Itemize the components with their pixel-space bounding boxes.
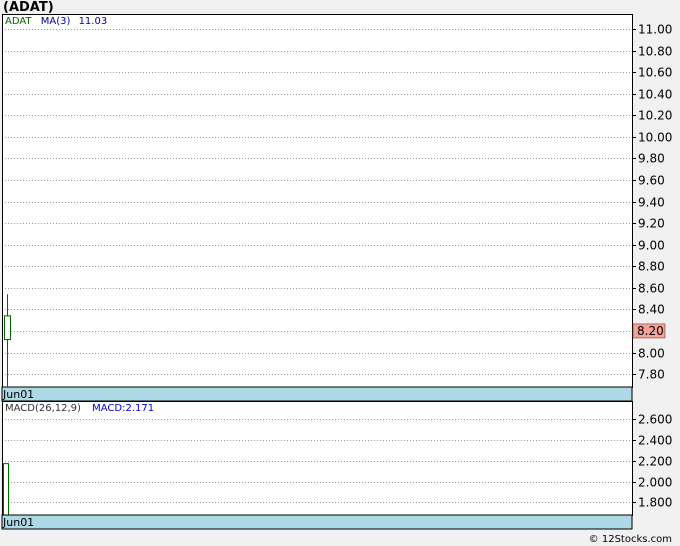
ma-label: MA(3) — [40, 16, 71, 27]
price-legend: ADAT MA(3) 11.03 — [5, 16, 107, 27]
macd-series-label: MACD(26,12,9) — [5, 403, 81, 414]
macd-plot-area — [2, 401, 632, 515]
macd-tick-label: 1.800 — [638, 496, 672, 510]
macd-date-band — [1, 514, 633, 530]
price-tick-label: 9.20 — [638, 217, 665, 231]
macd-tick-label: 2.200 — [638, 455, 672, 469]
price-tick-label: 8.40 — [638, 303, 665, 317]
price-tick-label: 11.00 — [638, 23, 672, 37]
price-x-label: Jun01 — [2, 388, 34, 401]
price-tick-label: 7.80 — [638, 368, 665, 382]
macd-legend: MACD(26,12,9) MACD:2.171 — [5, 403, 154, 414]
price-series-label: ADAT — [5, 16, 32, 27]
price-tick-label: 9.00 — [638, 239, 665, 253]
price-tick-label: 8.80 — [638, 260, 665, 274]
price-tick-label: 8.60 — [638, 282, 665, 296]
price-tick-label: 9.40 — [638, 196, 665, 210]
macd-tick-label: 2.600 — [638, 413, 672, 427]
credit-text: © 12Stocks.com — [588, 534, 672, 545]
macd-bar — [3, 463, 9, 516]
price-tick-label: 10.00 — [638, 131, 672, 145]
macd-panel: 1.800 2.000 2.200 2.400 2.600 Jun01 — [1, 401, 672, 530]
price-tick-label: 8.00 — [638, 347, 665, 361]
ma-value: 11.03 — [78, 16, 108, 27]
last-price-label: 8.20 — [637, 324, 664, 338]
stock-chart: 7.80 8.00 8.20 8.40 8.60 8.80 9.00 9.20 9.40 9.60… — [1, 14, 672, 530]
price-panel: 7.80 8.00 8.20 8.40 8.60 8.80 9.00 9.20 9.40 9.60… — [1, 14, 672, 402]
price-tick-label: 10.40 — [638, 88, 672, 102]
macd-value-label: MACD:2.171 — [92, 403, 155, 414]
macd-x-label: Jun01 — [2, 516, 34, 529]
price-tick-label: 10.60 — [638, 66, 672, 80]
price-tick-label: 10.20 — [638, 109, 672, 123]
macd-tick-label: 2.000 — [638, 476, 672, 490]
chart-title: (ADAT) — [3, 0, 54, 15]
price-candle-body — [4, 315, 11, 341]
macd-tick-label: 2.400 — [638, 434, 672, 448]
price-date-band — [1, 386, 633, 402]
price-tick-label: 9.60 — [638, 174, 665, 188]
price-tick-label: 9.80 — [638, 152, 665, 166]
price-tick-label: 10.80 — [638, 45, 672, 59]
